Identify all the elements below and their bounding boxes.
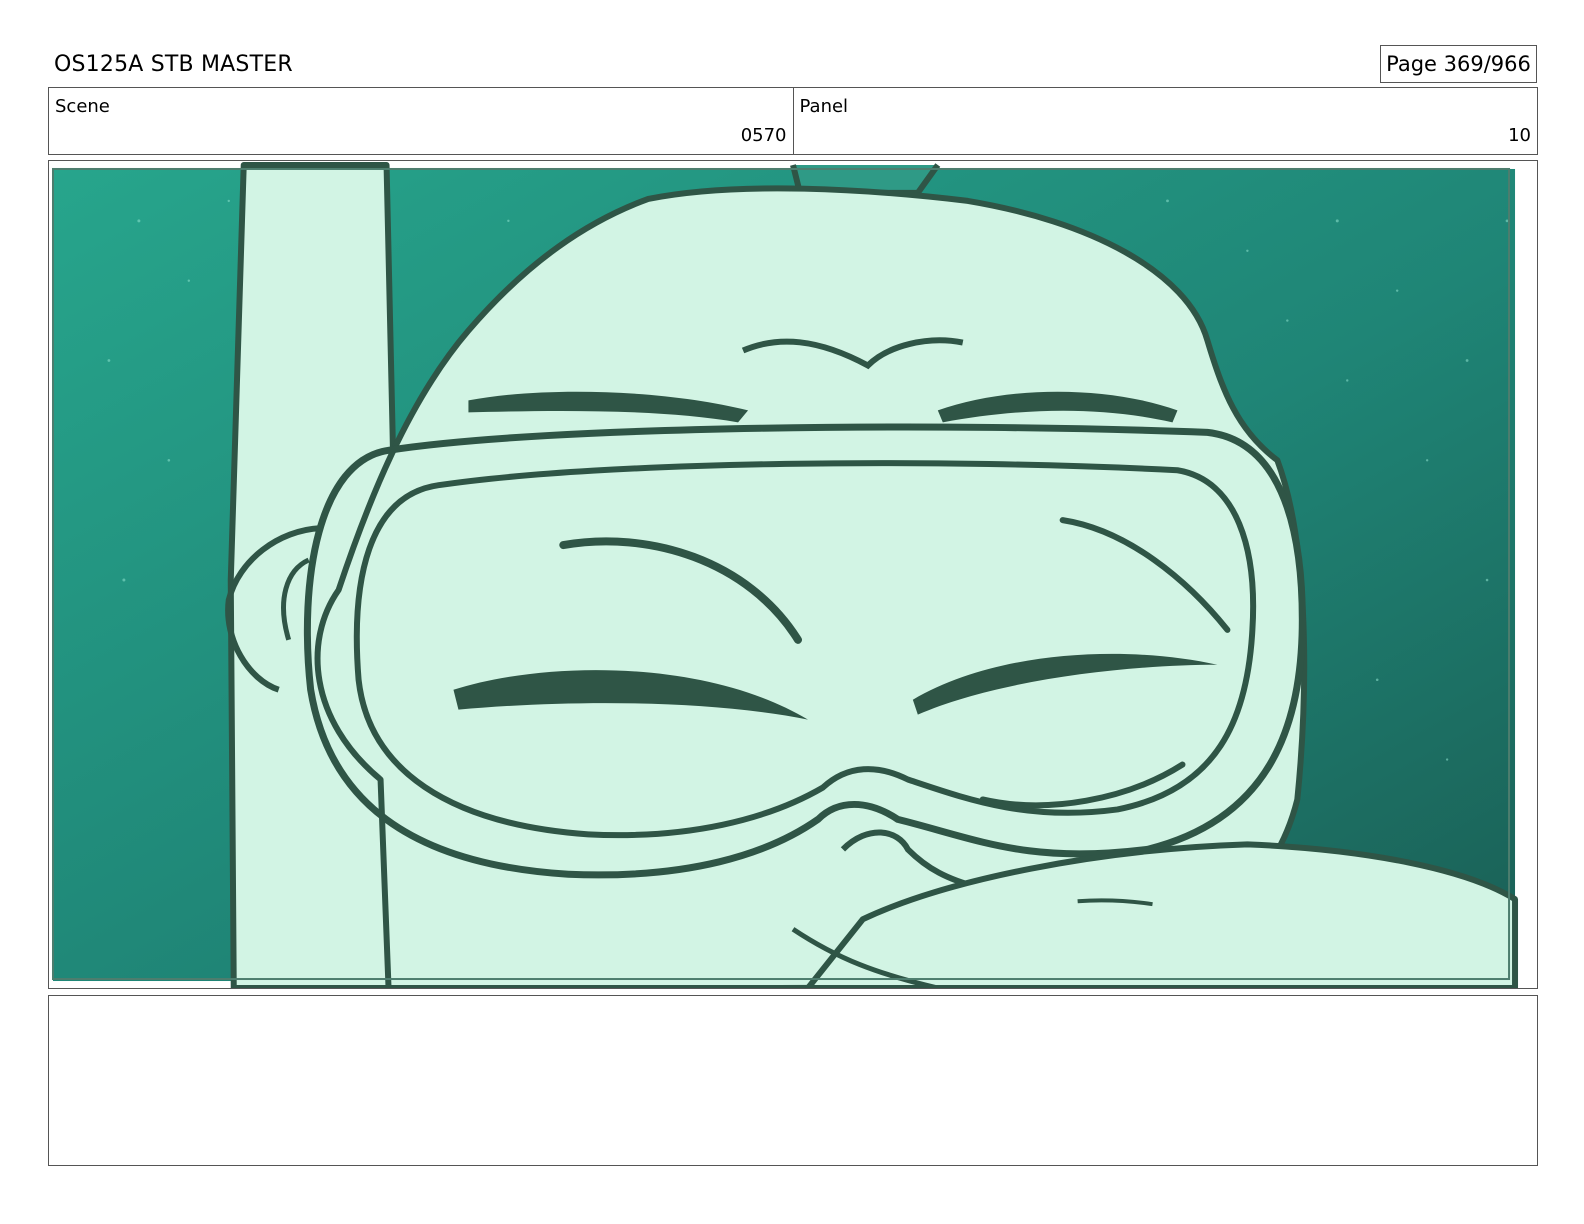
storyboard-drawing: [51, 161, 1519, 988]
document-title: OS125A STB MASTER: [54, 52, 293, 77]
scene-label: Scene: [55, 96, 110, 117]
scene-value: 0570: [740, 125, 787, 146]
notes-box: [48, 995, 1538, 1166]
page-number-box: Page 369/966: [1380, 45, 1537, 83]
page-number: Page 369/966: [1386, 52, 1531, 76]
info-row: Scene 0570 Panel 10: [48, 87, 1538, 155]
panel-cell: Panel 10: [792, 88, 1538, 154]
scene-cell: Scene 0570: [49, 88, 793, 154]
panel-label: Panel: [799, 96, 849, 117]
panel-frame: [48, 160, 1538, 989]
panel-value: 10: [1508, 125, 1531, 146]
